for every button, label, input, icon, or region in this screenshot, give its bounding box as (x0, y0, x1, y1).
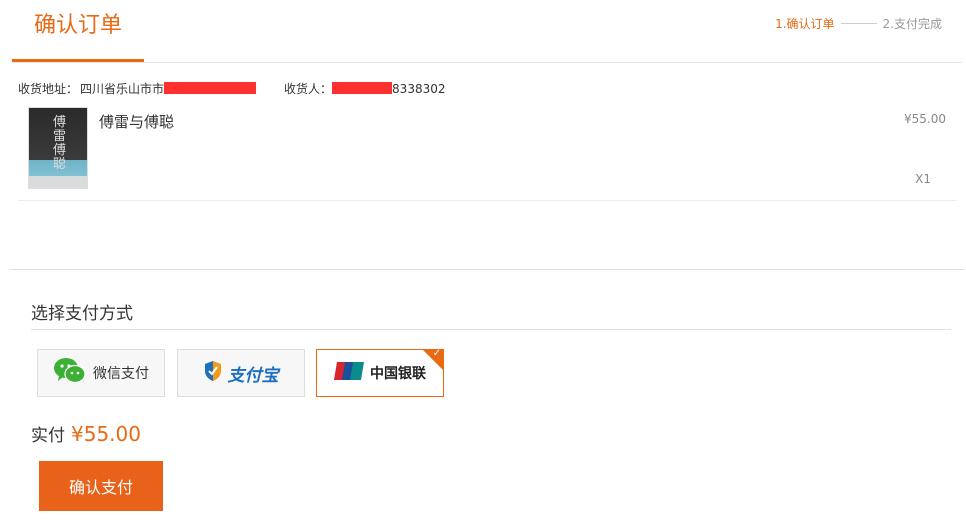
total-amount-row: 实付 ¥55.00 (31, 421, 141, 446)
total-label: 实付 (31, 426, 65, 446)
pay-option-label: 微信支付 (93, 366, 149, 382)
redacted-receiver (332, 82, 393, 94)
total-value: ¥55.00 (71, 422, 141, 446)
pay-option-label: 支付宝 (227, 365, 279, 386)
item-name[interactable]: 傅雷与傅聪 (99, 111, 174, 132)
item-price: ¥55.00 (904, 112, 946, 126)
shipping-info: 收货地址： 四川省乐山市市 收货人： 8338302 (18, 80, 446, 97)
payment-title-divider (31, 329, 951, 330)
confirm-payment-button[interactable]: 确认支付 (39, 461, 163, 511)
step-confirm-order: 1.确认订单 (775, 17, 835, 31)
order-steps: 1.确认订单 2.支付完成 (775, 15, 942, 32)
receiver-phone: 8338302 (392, 82, 446, 96)
page-title: 确认订单 (34, 13, 123, 38)
order-item: 傅雷傅聪 傅雷与傅聪 ¥55.00 X1 (18, 103, 956, 201)
check-icon: ✓ (432, 348, 441, 359)
section-divider (10, 269, 964, 270)
redacted-address (164, 82, 257, 94)
title-underline (12, 59, 144, 62)
payment-section-title: 选择支付方式 (31, 304, 133, 324)
pay-option-unionpay[interactable]: 中国银联 ✓ (316, 348, 444, 397)
unionpay-icon (334, 361, 364, 385)
alipay-shield-icon (204, 360, 222, 386)
address-label: 收货地址： (18, 82, 79, 96)
receiver-label: 收货人： (284, 82, 333, 96)
pay-option-wechat[interactable]: 微信支付 (37, 349, 165, 397)
pay-option-label: 中国银联 (370, 366, 426, 382)
item-quantity: X1 (915, 172, 931, 186)
book-cover-image[interactable]: 傅雷傅聪 (28, 107, 88, 189)
page-header: 确认订单 1.确认订单 2.支付完成 (12, 0, 962, 63)
pay-option-alipay[interactable]: 支付宝 (177, 349, 305, 397)
book-cover-text: 傅雷傅聪 (53, 115, 67, 172)
wechat-icon (53, 357, 87, 389)
step-connector (840, 23, 877, 24)
address-value: 四川省乐山市市 (80, 82, 165, 96)
step-payment-complete: 2.支付完成 (882, 17, 942, 31)
